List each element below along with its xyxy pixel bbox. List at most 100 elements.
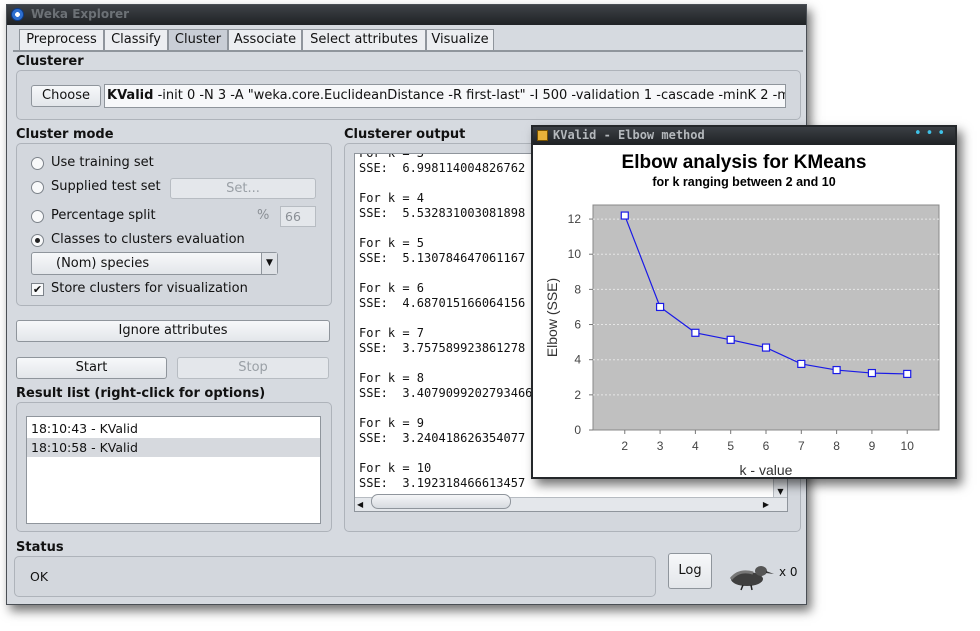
elbow-chart: Elbow analysis for KMeans for k ranging …: [544, 152, 940, 477]
y-tick-label: 6: [574, 318, 581, 332]
store-clusters-checkbox[interactable]: ✔: [31, 283, 44, 296]
y-tick-label: 10: [568, 247, 582, 261]
elbow-window-title: KValid - Elbow method: [553, 128, 705, 142]
output-line: For k = 6: [359, 281, 425, 295]
start-button[interactable]: Start: [16, 357, 167, 379]
data-point: [726, 335, 735, 344]
elbow-title-bar[interactable]: KValid - Elbow method •••: [533, 126, 955, 145]
list-item[interactable]: 18:10:58 - KValid: [27, 438, 320, 457]
result-list-panel: 18:10:43 - KValid 18:10:58 - KValid: [16, 402, 332, 532]
plot-area: [592, 204, 940, 431]
use-training-radio[interactable]: [31, 157, 44, 170]
tab-associate[interactable]: Associate: [228, 29, 302, 51]
cluster-mode-panel: Use training set Supplied test set Set..…: [16, 143, 332, 306]
output-line: For k = 7: [359, 326, 425, 340]
list-item[interactable]: 18:10:43 - KValid: [27, 419, 320, 438]
output-line: SSE: 3.240418626354077: [359, 431, 526, 445]
window-title: Weka Explorer: [31, 7, 130, 21]
chart-subtitle: for k ranging between 2 and 10: [652, 175, 835, 189]
x-tick-label: 3: [657, 439, 664, 453]
title-bar[interactable]: Weka Explorer: [7, 5, 806, 25]
y-axis-label: Elbow (SSE): [544, 278, 560, 357]
tab-divider: [13, 50, 803, 52]
weka-bird-icon[interactable]: [725, 559, 775, 591]
x-tick-label: 8: [833, 439, 840, 453]
data-point: [620, 211, 629, 220]
clusterer-section-label: Clusterer: [16, 54, 84, 69]
app-icon: [11, 8, 24, 21]
tab-preprocess[interactable]: Preprocess: [19, 29, 104, 51]
output-line: SSE: 5.130784647061167: [359, 251, 526, 265]
percent-sign: %: [257, 208, 270, 223]
output-line: For k = 10: [359, 461, 432, 475]
tab-visualize[interactable]: Visualize: [426, 29, 494, 51]
set-button[interactable]: Set...: [170, 178, 316, 199]
stop-button[interactable]: Stop: [177, 357, 329, 379]
percentage-split-radio[interactable]: [31, 210, 44, 223]
y-tick-label: 0: [574, 423, 581, 437]
clusterer-output-section-label: Clusterer output: [344, 127, 466, 142]
scroll-down-icon[interactable]: ▼: [775, 486, 786, 497]
percentage-input[interactable]: 66: [280, 206, 316, 227]
y-tick-label: 8: [574, 282, 581, 296]
output-line: SSE: 3.757589923861278: [359, 341, 526, 355]
log-button[interactable]: Log: [668, 553, 712, 589]
output-line: SSE: 5.532831003081898: [359, 206, 526, 220]
clusterer-panel: Choose KValid -init 0 -N 3 -A "weka.core…: [16, 70, 801, 120]
x-tick-label: 5: [727, 439, 734, 453]
horizontal-scroll-thumb[interactable]: [371, 494, 511, 509]
data-point: [903, 369, 912, 379]
data-point: [761, 343, 771, 352]
output-line: For k = 3: [359, 153, 425, 160]
cluster-mode-section-label: Cluster mode: [16, 127, 114, 142]
output-line: SSE: 4.687015166064156: [359, 296, 526, 310]
scroll-left-icon[interactable]: ◀: [357, 499, 363, 510]
clusterer-options: -init 0 -N 3 -A "weka.core.EuclideanDist…: [157, 88, 786, 103]
y-tick-label: 2: [574, 388, 581, 402]
data-point: [867, 368, 877, 378]
x-tick-label: 4: [692, 439, 699, 453]
supplied-test-radio[interactable]: [31, 181, 44, 194]
ignore-attributes-button[interactable]: Ignore attributes: [16, 320, 330, 342]
class-attribute-select[interactable]: (Nom) species ▼: [31, 252, 278, 275]
percentage-split-label: Percentage split: [51, 208, 156, 223]
result-list[interactable]: 18:10:43 - KValid 18:10:58 - KValid: [26, 416, 321, 524]
x-tick-label: 2: [621, 439, 628, 453]
choose-button[interactable]: Choose: [31, 85, 101, 107]
x-axis-label: k - value: [740, 462, 793, 477]
tab-cluster[interactable]: Cluster: [168, 29, 228, 51]
window-controls-icon[interactable]: •••: [914, 126, 949, 141]
output-line: For k = 5: [359, 236, 425, 250]
java-icon: [537, 130, 548, 141]
output-line: For k = 8: [359, 371, 425, 385]
x-tick-label: 9: [869, 439, 876, 453]
x-tick-label: 6: [763, 439, 770, 453]
output-line: SSE: 3.192318466613457: [359, 476, 526, 490]
tab-classify[interactable]: Classify: [104, 29, 168, 51]
tab-select-attributes[interactable]: Select attributes: [302, 29, 426, 51]
class-attribute-value: (Nom) species: [56, 256, 150, 271]
status-text: OK: [30, 569, 49, 584]
y-tick-label: 12: [568, 212, 582, 226]
classes-to-clusters-radio[interactable]: [31, 234, 44, 247]
chevron-down-icon[interactable]: ▼: [261, 253, 277, 274]
output-line: SSE: 6.998114004826762: [359, 161, 526, 175]
x-tick-label: 10: [901, 439, 915, 453]
output-line: For k = 4: [359, 191, 425, 205]
store-clusters-label: Store clusters for visualization: [51, 281, 248, 296]
x-tick-label: 7: [798, 439, 805, 453]
classes-to-clusters-label: Classes to clusters evaluation: [51, 232, 245, 247]
data-point: [832, 365, 841, 375]
horizontal-scrollbar[interactable]: ◀ ▶: [355, 494, 787, 511]
output-line: For k = 9: [359, 416, 425, 430]
status-panel: OK: [14, 556, 656, 597]
chart-title: Elbow analysis for KMeans: [622, 152, 867, 173]
elbow-method-window: KValid - Elbow method ••• Elbow analysis…: [531, 125, 957, 479]
data-point: [797, 359, 806, 369]
supplied-test-label: Supplied test set: [51, 179, 161, 194]
clusterer-config-field[interactable]: KValid -init 0 -N 3 -A "weka.core.Euclid…: [104, 84, 786, 108]
clusterer-name: KValid: [107, 88, 154, 103]
data-point: [691, 328, 700, 337]
scroll-right-icon[interactable]: ▶: [763, 499, 769, 510]
y-tick-label: 4: [574, 353, 581, 367]
